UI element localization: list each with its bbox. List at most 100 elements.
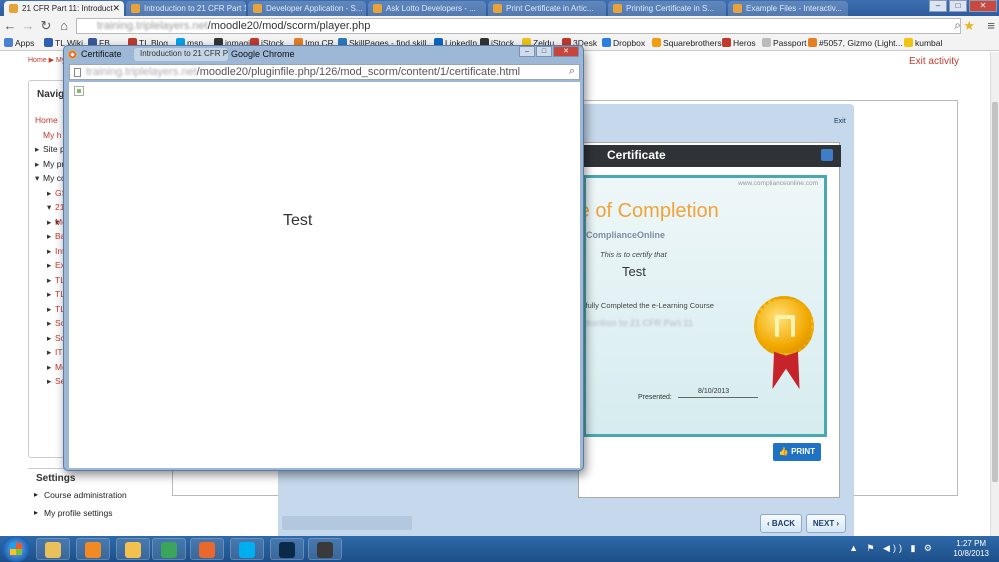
url-domain: training.triplelayers.net: [97, 20, 208, 32]
browser-tabstrip: 21 CFR Part 11: Introduct ✕ Introduction…: [0, 0, 999, 16]
expand-arrow-icon[interactable]: ▸: [47, 258, 51, 273]
taskbar-app[interactable]: [270, 538, 304, 560]
articulate-icon: [317, 542, 333, 558]
certificate-popup-window: Certificate Introduction to 21 CFR Part …: [63, 45, 584, 471]
browser-tab-label: Print Certificate in Artic...: [506, 4, 594, 13]
expand-arrow-icon[interactable]: ▸: [47, 287, 51, 302]
minimize-icon[interactable]: –: [519, 46, 535, 57]
expand-arrow-icon[interactable]: ▸: [47, 316, 51, 331]
bookmark-label: Apps: [15, 38, 35, 48]
popup-window-controls: – □ ✕: [519, 46, 579, 57]
expand-arrow-icon[interactable]: ▸: [35, 157, 39, 172]
taskbar-app[interactable]: [190, 538, 224, 560]
favicon-icon: [733, 4, 742, 13]
expand-arrow-icon[interactable]: ▾: [35, 171, 39, 186]
taskbar-app[interactable]: [76, 538, 110, 560]
close-tab-icon[interactable]: ✕: [112, 3, 120, 14]
certificate-org: ComplianceOnline: [586, 230, 666, 240]
bookmark-item[interactable]: Dropbox: [602, 38, 645, 48]
bookmark-item[interactable]: Squarebrothers: [652, 38, 722, 48]
close-window-icon[interactable]: ✕: [969, 0, 997, 12]
maximize-icon[interactable]: □: [536, 46, 552, 57]
popup-page-content: Test: [69, 82, 580, 468]
browser-tab[interactable]: Ask Lotto Developers - ...: [368, 1, 486, 16]
expand-arrow-icon[interactable]: ▸: [47, 331, 51, 346]
search-icon[interactable]: ⌕: [954, 18, 961, 33]
browser-tab-active[interactable]: 21 CFR Part 11: Introduct ✕: [4, 1, 124, 16]
expand-arrow-icon[interactable]: ▸: [47, 374, 51, 389]
back-arrow-icon[interactable]: ←: [2, 18, 18, 34]
browser-tab[interactable]: Printing Certificate in S...: [608, 1, 726, 16]
bookmark-label: Heros: [733, 38, 756, 48]
system-tray[interactable]: ▲ ⚑ ◀)) ▮ ⚙: [849, 543, 935, 554]
certificate-title: ate of Completion: [586, 200, 719, 222]
info-icon[interactable]: [821, 149, 833, 161]
hamburger-menu-icon[interactable]: ≡: [987, 18, 995, 33]
bookmark-item[interactable]: Apps: [4, 38, 34, 48]
browser-tab[interactable]: Developer Application - S...: [248, 1, 366, 16]
bookmark-star-icon[interactable]: ★: [963, 18, 975, 34]
browser-tab[interactable]: Print Certificate in Artic...: [488, 1, 606, 16]
expand-arrow-icon[interactable]: ▸: [47, 229, 51, 244]
popup-secondary-tab[interactable]: Introduction to 21 CFR Part 11: [134, 48, 228, 61]
chrome-icon: [68, 50, 77, 59]
back-button[interactable]: ‹ BACK: [760, 514, 802, 533]
breadcrumb[interactable]: Home ▶ My: [28, 56, 65, 64]
bookmark-item[interactable]: #5057, Gizmo (Light...: [808, 38, 903, 48]
scorm-exit-link[interactable]: Exit: [834, 118, 846, 125]
browser-tab[interactable]: Example Files - Interactiv...: [728, 1, 848, 16]
my-profile-settings-link[interactable]: My profile settings: [28, 508, 146, 518]
home-icon[interactable]: ⌂: [56, 18, 72, 34]
exit-activity-link[interactable]: Exit activity: [909, 56, 959, 67]
certificate-completed-text: ssfully Completed the e-Learning Course: [583, 301, 714, 310]
bookmark-item[interactable]: Heros: [722, 38, 756, 48]
reload-icon[interactable]: ↻: [38, 18, 54, 34]
expand-arrow-icon[interactable]: ▸: [35, 142, 39, 157]
expand-arrow-icon[interactable]: ▸: [47, 215, 51, 230]
course-administration-link[interactable]: Course administration: [28, 490, 146, 500]
close-window-icon[interactable]: ✕: [553, 46, 579, 57]
taskbar-app[interactable]: [152, 538, 186, 560]
start-button[interactable]: [2, 536, 30, 562]
minimize-icon[interactable]: –: [929, 0, 947, 12]
taskbar-app[interactable]: [308, 538, 342, 560]
clock-time: 1:27 PM: [956, 539, 987, 548]
popup-url-path: /moodle20/pluginfile.php/126/mod_scorm/c…: [196, 66, 521, 78]
clock-date: 10/8/2013: [953, 549, 989, 558]
certificate-recipient-name: Test: [622, 264, 646, 279]
taskbar-app[interactable]: [116, 538, 150, 560]
file-explorer-icon: [45, 542, 61, 558]
expand-arrow-icon[interactable]: ▸: [47, 302, 51, 317]
expand-arrow-icon[interactable]: ▸: [47, 244, 51, 259]
expand-arrow-icon[interactable]: ▾: [47, 200, 51, 215]
expand-arrow-icon[interactable]: ▸: [47, 273, 51, 288]
search-icon[interactable]: ⌕: [569, 65, 575, 78]
expand-arrow-icon[interactable]: ▸: [47, 186, 51, 201]
maximize-icon[interactable]: □: [949, 0, 967, 12]
favicon-icon: [613, 4, 622, 13]
taskbar-app[interactable]: [230, 538, 264, 560]
gold-medal-icon: [754, 296, 814, 356]
next-button[interactable]: NEXT ›: [806, 514, 846, 533]
chrome-icon: [161, 542, 177, 558]
bookmark-item[interactable]: Passport: [762, 38, 807, 48]
nav-item-label: Site p: [43, 144, 65, 154]
taskbar-app[interactable]: [36, 538, 70, 560]
bookmark-item[interactable]: kumbal: [904, 38, 942, 48]
expand-arrow-icon[interactable]: ▸: [47, 345, 51, 360]
certificate-header: Certificate: [579, 145, 841, 167]
scrollbar-thumb[interactable]: [992, 102, 998, 482]
page-scrollbar[interactable]: [990, 52, 999, 536]
page-icon: [74, 68, 81, 77]
certificate-card: www.complianceonline.com ate of Completi…: [583, 175, 827, 437]
expand-arrow-icon[interactable]: ▸: [47, 360, 51, 375]
taskbar-clock[interactable]: 1:27 PM 10/8/2013: [953, 539, 989, 559]
popup-address-bar[interactable]: training.triplelayers.net/moodle20/plugi…: [69, 64, 580, 80]
address-bar[interactable]: training.triplelayers.net/moodle20/mod/s…: [76, 18, 961, 34]
forward-arrow-icon[interactable]: →: [20, 18, 36, 34]
popup-titlebar[interactable]: Certificate Introduction to 21 CFR Part …: [64, 46, 583, 63]
bookmark-label: Dropbox: [613, 38, 646, 48]
browser-tab-label: Example Files - Interactiv...: [746, 4, 842, 13]
print-button[interactable]: 👍 PRINT: [773, 443, 821, 461]
browser-tab[interactable]: Introduction to 21 CFR Part 11: I: [126, 1, 246, 16]
